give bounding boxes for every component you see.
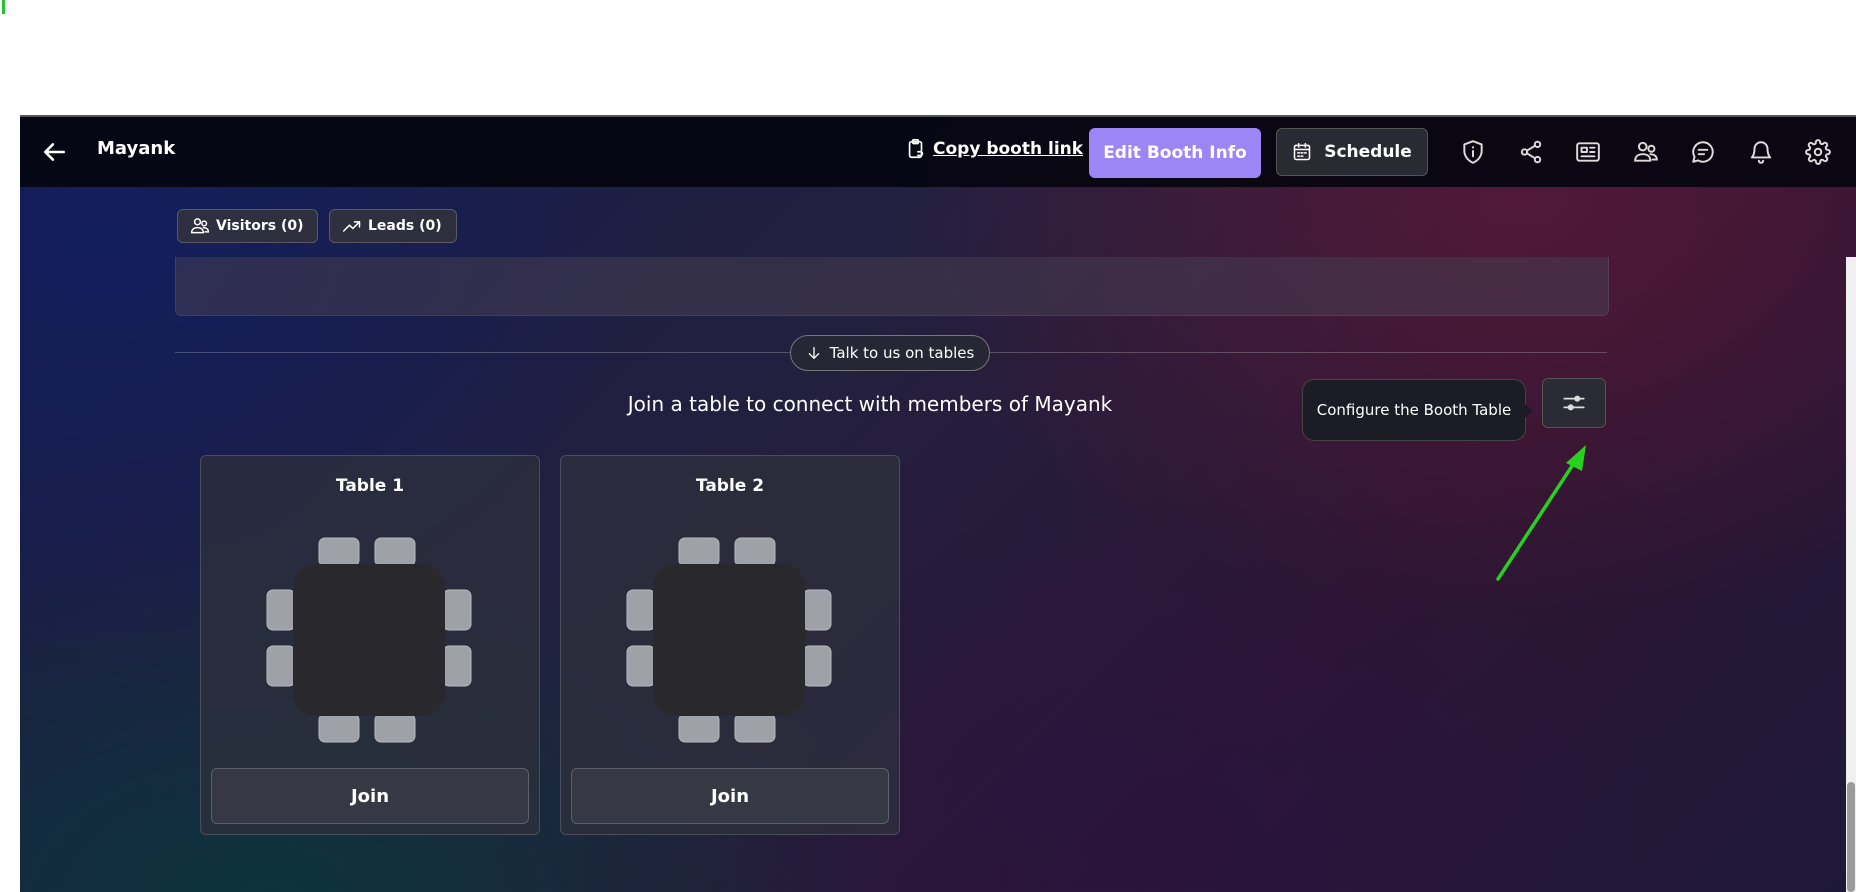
configure-table-button[interactable] (1542, 378, 1606, 428)
visitors-button[interactable]: Visitors (0) (177, 209, 319, 243)
talk-to-us-button[interactable]: Talk to us on tables (790, 335, 990, 371)
back-arrow-icon[interactable] (42, 139, 68, 165)
scrollbar-thumb[interactable] (1847, 782, 1855, 892)
table-card-1: Table 1 Join (200, 455, 540, 835)
table-layout-icon (266, 537, 472, 743)
share-icon[interactable] (1518, 139, 1544, 165)
news-icon[interactable] (1575, 139, 1601, 165)
shield-info-icon[interactable] (1460, 139, 1486, 165)
join-table-button[interactable]: Join (211, 768, 529, 824)
booth-page: Mayank Copy booth link Edit Booth Info S… (20, 115, 1856, 892)
green-marker (2, 0, 5, 14)
configure-tooltip: Configure the Booth Table (1302, 379, 1533, 441)
people-icon[interactable] (1633, 139, 1659, 165)
schedule-button[interactable]: Schedule (1276, 128, 1428, 176)
clipboard-link-icon (908, 139, 924, 159)
leads-button[interactable]: Leads (0) (329, 209, 457, 243)
gear-icon[interactable] (1805, 139, 1831, 165)
bell-icon[interactable] (1748, 139, 1774, 165)
table-layout-icon (626, 537, 832, 743)
booth-name: Mayank (97, 138, 176, 159)
sliders-icon (1563, 395, 1585, 411)
join-table-button[interactable]: Join (571, 768, 889, 824)
table-card-2: Table 2 Join (560, 455, 900, 835)
content-panel (175, 257, 1609, 316)
users-icon (190, 218, 210, 234)
calendar-icon (1293, 142, 1311, 161)
talk-to-us-label: Talk to us on tables (829, 344, 975, 362)
table-name: Table 2 (695, 476, 765, 496)
copy-booth-link-button[interactable]: Copy booth link (905, 137, 1083, 161)
visitors-label: Visitors (0) (216, 218, 304, 234)
tables-heading: Join a table to connect with members of … (627, 392, 1113, 416)
page-scrollbar[interactable] (1846, 257, 1856, 892)
annotation-arrow-icon (1496, 445, 1586, 581)
edit-booth-info-button[interactable]: Edit Booth Info (1089, 128, 1261, 178)
table-name: Table 1 (335, 476, 405, 496)
chat-icon[interactable] (1690, 139, 1716, 165)
trending-up-icon (342, 221, 361, 232)
arrow-down-icon (808, 347, 819, 359)
copy-booth-link-label: Copy booth link (933, 139, 1084, 159)
top-navigation-bar: Mayank Copy booth link Edit Booth Info S… (20, 117, 1856, 187)
schedule-label: Schedule (1324, 142, 1412, 162)
leads-label: Leads (0) (368, 218, 442, 234)
